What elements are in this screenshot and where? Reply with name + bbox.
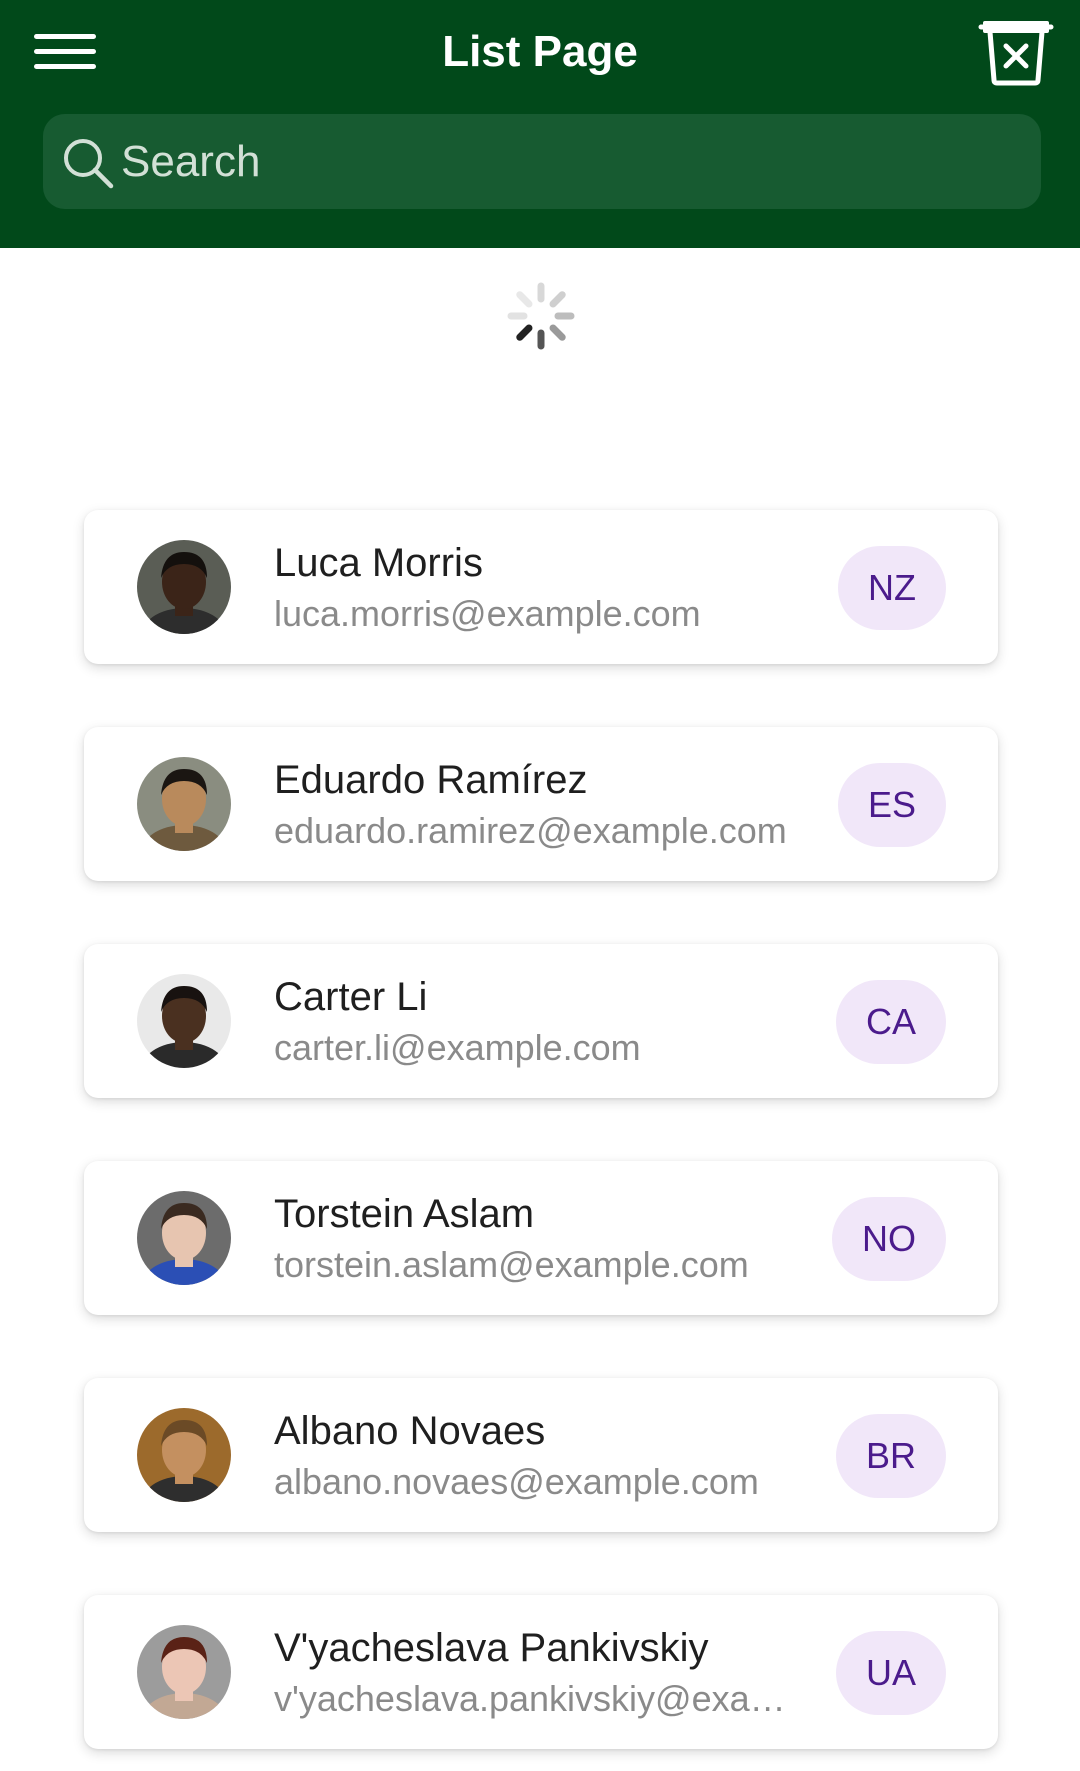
country-badge: ES <box>837 763 946 847</box>
country-badge: NZ <box>838 546 946 630</box>
person-email: v'yacheslava.pankivskiy@example.com <box>274 1678 794 1719</box>
spinner-icon <box>507 282 575 350</box>
list-item[interactable]: Albano Novaes albano.novaes@example.com BR <box>84 1378 998 1532</box>
country-badge: CA <box>835 980 946 1064</box>
person-email: eduardo.ramirez@example.com <box>274 810 787 851</box>
person-email: torstein.aslam@example.com <box>274 1244 749 1285</box>
person-name: Eduardo Ramírez <box>274 758 588 802</box>
person-name: V'yacheslava Pankivskiy <box>274 1626 709 1670</box>
person-email: albano.novaes@example.com <box>274 1461 759 1502</box>
avatar <box>137 1408 231 1502</box>
avatar <box>137 1191 231 1285</box>
list-item[interactable]: Torstein Aslam torstein.aslam@example.com… <box>84 1161 998 1315</box>
list-item[interactable]: V'yacheslava Pankivskiy v'yacheslava.pank… <box>84 1595 998 1749</box>
delete-all-trash-icon[interactable] <box>978 20 1054 86</box>
list-item[interactable]: Carter Li carter.li@example.com CA <box>84 944 998 1098</box>
list-item[interactable]: Eduardo Ramírez eduardo.ramirez@example.c… <box>84 727 998 881</box>
person-name: Carter Li <box>274 975 428 1019</box>
country-badge: UA <box>835 1631 946 1715</box>
person-name: Luca Morris <box>274 541 483 585</box>
app-bar: List Page <box>0 0 1080 248</box>
search-icon <box>64 139 114 189</box>
person-email: luca.morris@example.com <box>274 593 701 634</box>
country-badge: BR <box>835 1414 946 1498</box>
avatar <box>137 540 231 634</box>
search-input[interactable] <box>121 114 1021 209</box>
avatar <box>137 757 231 851</box>
person-name: Torstein Aslam <box>274 1192 535 1236</box>
list-item[interactable]: Luca Morris luca.morris@example.com NZ <box>84 510 998 664</box>
avatar <box>137 1625 231 1719</box>
person-email: carter.li@example.com <box>274 1027 641 1068</box>
person-name: Albano Novaes <box>274 1409 546 1453</box>
search-bar <box>43 114 1041 209</box>
country-badge: NO <box>832 1197 946 1281</box>
page-title: List Page <box>442 27 638 76</box>
avatar <box>137 974 231 1068</box>
